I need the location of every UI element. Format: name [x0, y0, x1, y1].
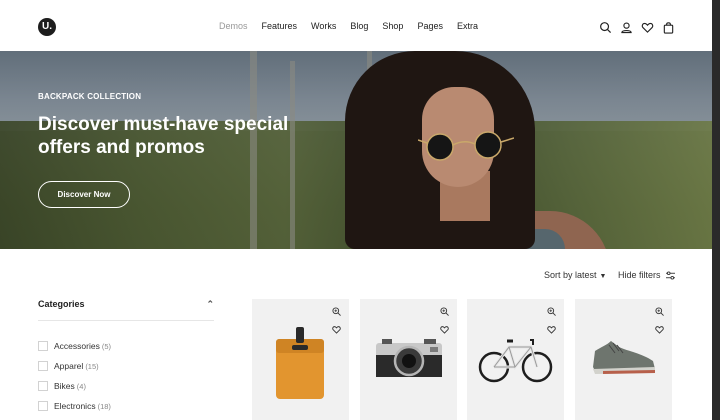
backpack-image	[276, 327, 324, 399]
nav-item-extra[interactable]: Extra	[457, 21, 478, 31]
category-list: Accessories (5) Apparel (15) Bikes (4) E…	[38, 336, 111, 416]
nav-item-demos[interactable]: Demos	[219, 21, 248, 31]
nav-item-blog[interactable]: Blog	[350, 21, 368, 31]
category-count: (4)	[76, 381, 86, 391]
categories-title: Categories	[38, 299, 85, 309]
page: U. Demos Features Works Blog Shop Pages …	[0, 0, 712, 420]
category-item-bikes[interactable]: Bikes (4)	[38, 376, 111, 396]
user-icon[interactable]	[620, 21, 633, 34]
sunglasses-graphic	[418, 131, 514, 161]
product-card-bicycle[interactable]	[467, 299, 564, 420]
nav-item-features[interactable]: Features	[262, 21, 298, 31]
nav-item-shop[interactable]: Shop	[382, 21, 403, 31]
categories-header[interactable]: Categories ⌃	[38, 299, 214, 309]
checkbox[interactable]	[38, 381, 48, 391]
hide-filters-button[interactable]: Hide filters	[618, 270, 676, 280]
bicycle-image	[478, 339, 553, 383]
chevron-up-icon[interactable]: ⌃	[206, 299, 214, 310]
hero-eyebrow: BACKPACK COLLECTION	[38, 92, 142, 101]
site-header: U. Demos Features Works Blog Shop Pages …	[0, 4, 712, 50]
product-card-backpack[interactable]	[252, 299, 349, 420]
sliders-icon	[666, 271, 676, 280]
search-icon[interactable]	[599, 21, 612, 34]
camera-image	[376, 339, 442, 377]
checkbox[interactable]	[38, 361, 48, 371]
category-label: Electronics	[54, 401, 96, 411]
product-card-sneaker[interactable]	[575, 299, 672, 420]
caret-down-icon: ▼	[599, 273, 607, 280]
zoom-icon[interactable]	[547, 307, 556, 316]
zoom-icon[interactable]	[440, 307, 449, 316]
category-item-apparel[interactable]: Apparel (15)	[38, 356, 111, 376]
brand-logo[interactable]: U.	[38, 18, 56, 36]
nav-item-pages[interactable]: Pages	[417, 21, 443, 31]
category-count: (15)	[85, 361, 99, 371]
heart-icon[interactable]	[641, 21, 654, 34]
header-actions	[599, 21, 675, 34]
category-count: (18)	[97, 401, 111, 411]
filters-label: Hide filters	[618, 270, 661, 280]
nav-item-works[interactable]: Works	[311, 21, 336, 31]
main-nav: Demos Features Works Blog Shop Pages Ext…	[219, 21, 492, 31]
category-label: Apparel	[54, 361, 84, 371]
sort-label: Sort by latest	[544, 270, 597, 280]
zoom-icon[interactable]	[332, 307, 341, 316]
checkbox[interactable]	[38, 401, 48, 411]
category-item-accessories[interactable]: Accessories (5)	[38, 336, 111, 356]
checkbox[interactable]	[38, 341, 48, 351]
zoom-icon[interactable]	[655, 307, 664, 316]
category-label: Accessories	[54, 341, 100, 351]
hero-headline: Discover must-have special offers and pr…	[38, 114, 289, 158]
category-count: (5)	[101, 341, 111, 351]
sort-dropdown[interactable]: Sort by latest ▼	[544, 270, 606, 280]
product-card-camera[interactable]	[360, 299, 457, 420]
divider	[38, 320, 214, 321]
sneaker-image	[593, 341, 655, 374]
discover-now-button[interactable]: Discover Now	[38, 181, 130, 208]
bag-icon[interactable]	[662, 21, 675, 34]
category-label: Bikes	[54, 381, 75, 391]
category-item-electronics[interactable]: Electronics (18)	[38, 396, 111, 416]
hero-banner: BACKPACK COLLECTION Discover must-have s…	[0, 51, 712, 249]
